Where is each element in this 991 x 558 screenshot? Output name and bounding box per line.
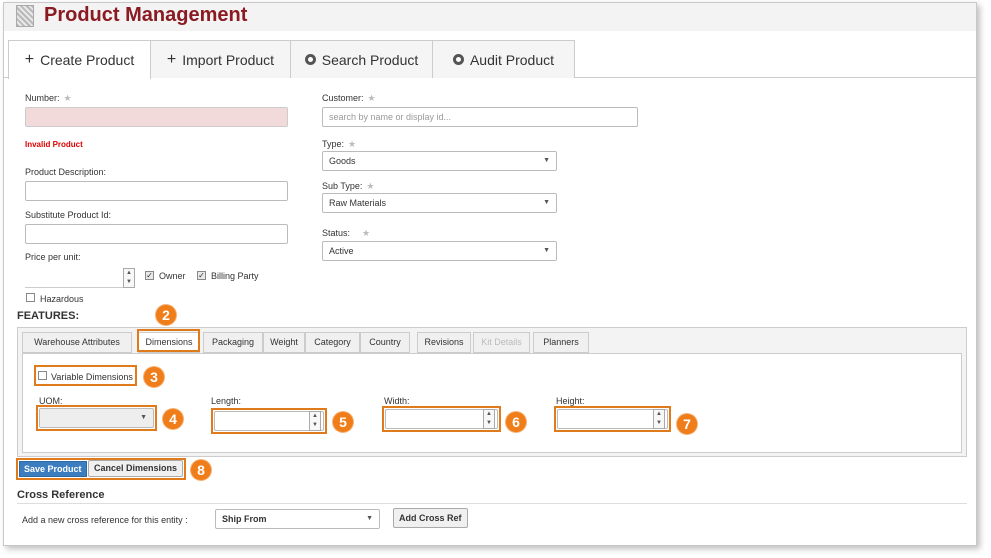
chevron-down-icon: ▼ (543, 247, 550, 254)
customer-search-input[interactable]: search by name or display id... (322, 107, 638, 127)
substitute-input[interactable] (25, 224, 288, 244)
variable-dimensions-highlight (34, 365, 137, 386)
owner-checkbox[interactable]: ✓ (145, 271, 154, 280)
tab-create-product[interactable]: + Create Product (8, 40, 151, 79)
page-title: Product Management (44, 4, 248, 26)
width-label: Width: (384, 396, 410, 406)
description-input[interactable] (25, 181, 288, 201)
type-select[interactable]: Goods ▼ (322, 151, 557, 171)
width-highlight (382, 406, 501, 432)
number-label: Number: ★ (25, 93, 72, 103)
required-star-icon: ★ (367, 93, 376, 103)
required-star-icon: ★ (366, 181, 375, 191)
app-logo-icon (16, 5, 34, 27)
add-cross-ref-button[interactable]: Add Cross Ref (393, 508, 468, 528)
cross-reference-prompt: Add a new cross reference for this entit… (22, 515, 188, 525)
price-label: Price per unit: (25, 252, 81, 262)
error-message: Invalid Product (25, 140, 83, 149)
circle-icon (452, 54, 464, 65)
feature-tab-warehouse-attributes[interactable]: Warehouse Attributes (22, 332, 132, 353)
app-window: Product Management + Create Product + Im… (3, 2, 977, 546)
hazardous-label: Hazardous (40, 294, 84, 304)
callout-badge: 4 (163, 409, 183, 429)
feature-tab-weight[interactable]: Weight (263, 332, 305, 353)
chevron-down-icon: ▼ (366, 515, 373, 522)
divider (17, 503, 967, 504)
tab-label: Search Product (321, 51, 419, 68)
required-star-icon: ★ (63, 93, 72, 103)
feature-tab-revisions[interactable]: Revisions (417, 332, 471, 353)
feature-tab-country[interactable]: Country (360, 332, 410, 353)
tab-label: Create Product (40, 52, 135, 68)
price-input[interactable] (25, 268, 133, 288)
billing-checkbox[interactable]: ✓ (197, 271, 206, 280)
cross-reference-title: Cross Reference (17, 489, 105, 501)
number-input[interactable] (25, 107, 288, 127)
tab-label: Audit Product (469, 51, 555, 68)
header-bar: Product Management (4, 3, 976, 31)
length-highlight (211, 408, 327, 434)
required-star-icon: ★ (348, 139, 357, 149)
height-highlight (554, 406, 671, 432)
dimensions-panel (22, 353, 962, 453)
type-label: Type: ★ (322, 139, 357, 149)
callout-badge: 5 (333, 412, 353, 432)
features-title: FEATURES: (17, 310, 80, 322)
callout-badge: 6 (506, 412, 526, 432)
billing-label: Billing Party (211, 271, 259, 281)
required-star-icon: ★ (362, 228, 371, 238)
callout-badge: 7 (677, 414, 697, 434)
tab-search-product[interactable]: Search Product (290, 40, 433, 78)
price-stepper[interactable]: ▲ ▼ (123, 268, 135, 288)
owner-label: Owner (159, 271, 186, 281)
actions-highlight (16, 458, 186, 480)
plus-icon: + (166, 50, 177, 68)
feature-tab-packaging[interactable]: Packaging (203, 332, 263, 353)
status-select[interactable]: Active ▼ (322, 241, 557, 261)
callout-badge: 3 (144, 367, 164, 387)
customer-label: Customer: ★ (322, 93, 376, 103)
circle-icon (304, 54, 316, 65)
subtype-select[interactable]: Raw Materials ▼ (322, 193, 557, 213)
chevron-down-icon: ▼ (543, 199, 550, 206)
tab-import-product[interactable]: + Import Product (150, 40, 291, 78)
dimensions-tab-highlight (137, 329, 200, 352)
description-label: Product Description: (25, 167, 107, 177)
substitute-label: Substitute Product Id: (25, 210, 112, 220)
subtype-label: Sub Type: ★ (322, 181, 375, 191)
tab-audit-product[interactable]: Audit Product (432, 40, 575, 78)
plus-icon: + (24, 51, 35, 68)
height-label: Height: (556, 396, 585, 406)
length-label: Length: (211, 396, 242, 406)
status-label: Status: ★ (322, 228, 371, 238)
callout-badge: 8 (191, 460, 211, 480)
callout-badge: 2 (156, 305, 176, 325)
tab-label: Import Product (182, 51, 275, 68)
feature-tab-planners[interactable]: Planners (533, 332, 589, 353)
uom-highlight (36, 405, 157, 431)
chevron-down-icon: ▼ (543, 157, 550, 164)
main-tabs: + Create Product + Import Product Search… (4, 40, 976, 79)
cross-reference-select[interactable]: Ship From ▼ (215, 509, 380, 529)
feature-tab-kit-details: Kit Details (473, 332, 530, 353)
feature-tab-category[interactable]: Category (305, 332, 360, 353)
hazardous-checkbox[interactable] (26, 293, 35, 302)
